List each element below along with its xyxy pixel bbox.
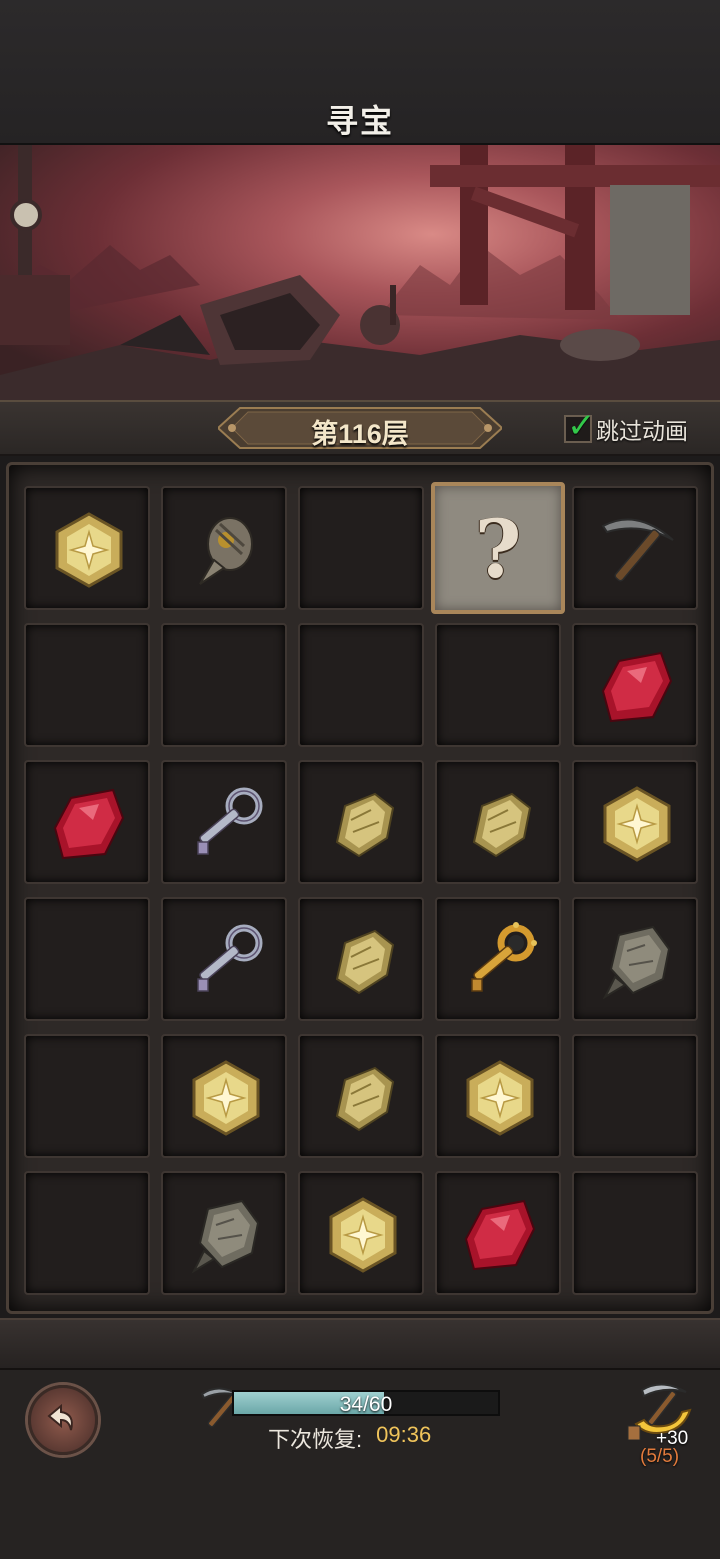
star-gem-icon bbox=[466, 1060, 534, 1136]
board-cell-r2-c2[interactable] bbox=[161, 623, 287, 747]
board-cell-r5-c5[interactable] bbox=[572, 1034, 698, 1158]
board-cell-r6-c5[interactable] bbox=[572, 1171, 698, 1295]
board-cell-r5-c1[interactable] bbox=[24, 1034, 150, 1158]
stone-ore-icon bbox=[191, 1199, 260, 1274]
skip-animation-checkbox[interactable]: ✓ bbox=[564, 409, 596, 443]
board-cell-r2-c1[interactable] bbox=[24, 623, 150, 747]
board-cell-r2-c5[interactable] bbox=[572, 623, 698, 747]
board-frame-bottom bbox=[0, 1318, 720, 1370]
back-button[interactable] bbox=[28, 1385, 98, 1455]
pickaxe-icon bbox=[601, 518, 674, 582]
board-cell-r1-c2[interactable] bbox=[161, 486, 287, 610]
back-arrow-icon bbox=[47, 1403, 73, 1431]
bonus-uses: (5/5) bbox=[640, 1446, 680, 1467]
gold-key-icon bbox=[471, 922, 537, 992]
red-ruby-icon bbox=[53, 788, 125, 860]
mystery-symbol: ? bbox=[474, 502, 522, 596]
board-cell-r1-c1[interactable] bbox=[24, 486, 150, 610]
board-cell-r6-c4[interactable] bbox=[435, 1171, 561, 1295]
board-cell-r1-c3[interactable] bbox=[298, 486, 424, 610]
board-cell-r4-c5[interactable] bbox=[572, 897, 698, 1021]
star-gem-icon bbox=[603, 786, 671, 862]
recovery-label: 下次恢复: bbox=[268, 1427, 363, 1452]
silver-key-icon bbox=[197, 924, 263, 992]
gold-ore-icon bbox=[335, 1066, 395, 1132]
red-ruby-icon bbox=[601, 651, 673, 723]
skip-animation-toggle[interactable]: ✓ 跳过动画 bbox=[564, 409, 688, 444]
page-title: 寻宝 bbox=[325, 103, 394, 139]
board-cell-r5-c4[interactable] bbox=[435, 1034, 561, 1158]
board-cell-r3-c5[interactable] bbox=[572, 760, 698, 884]
board-cell-r4-c4[interactable] bbox=[435, 897, 561, 1021]
board-cell-r3-c2[interactable] bbox=[161, 760, 287, 884]
energy-bar: 34/60 bbox=[232, 1390, 500, 1416]
star-gem-icon bbox=[329, 1197, 397, 1273]
board-cell-r3-c3[interactable] bbox=[298, 760, 424, 884]
scene-banner bbox=[0, 145, 720, 400]
board-cell-r6-c2[interactable] bbox=[161, 1171, 287, 1295]
board-cell-r4-c1[interactable] bbox=[24, 897, 150, 1021]
board-cell-r4-c2[interactable] bbox=[161, 897, 287, 1021]
board-cell-r2-c4[interactable] bbox=[435, 623, 561, 747]
board-cell-r2-c3[interactable] bbox=[298, 623, 424, 747]
star-gem-icon bbox=[55, 512, 123, 588]
recovery-time: 09:36 bbox=[376, 1422, 432, 1447]
red-ruby-icon bbox=[464, 1199, 536, 1271]
skip-animation-label: 跳过动画 bbox=[596, 418, 688, 444]
board-cell-r5-c2[interactable] bbox=[161, 1034, 287, 1158]
board-cell-r1-c5[interactable] bbox=[572, 486, 698, 610]
gold-ore-icon bbox=[335, 792, 395, 858]
floor-label: 第116层 bbox=[311, 419, 409, 449]
stone-ore-icon bbox=[602, 925, 671, 1000]
board-cell-r3-c4[interactable] bbox=[435, 760, 561, 884]
drill-ore-icon bbox=[199, 517, 253, 585]
floor-plate: 第116层 bbox=[218, 404, 502, 452]
title-bar: 寻宝 bbox=[0, 0, 720, 145]
recovery-timer: 下次恢复: 09:36 bbox=[268, 1422, 431, 1454]
star-gem-icon bbox=[192, 1060, 260, 1136]
board-cell-r5-c3[interactable] bbox=[298, 1034, 424, 1158]
board-cell-r6-c1[interactable] bbox=[24, 1171, 150, 1295]
gold-ore-icon bbox=[472, 792, 532, 858]
silver-key-icon bbox=[197, 787, 263, 855]
board-cell-r6-c3[interactable] bbox=[298, 1171, 424, 1295]
checkmark-icon: ✓ bbox=[567, 407, 596, 445]
energy-count: 34/60 bbox=[339, 1393, 393, 1416]
board-cell-r3-c1[interactable] bbox=[24, 760, 150, 884]
board-cell-r4-c3[interactable] bbox=[298, 897, 424, 1021]
board-cell-r1-c4[interactable]: ? bbox=[431, 482, 565, 614]
gold-ore-icon bbox=[335, 929, 395, 995]
